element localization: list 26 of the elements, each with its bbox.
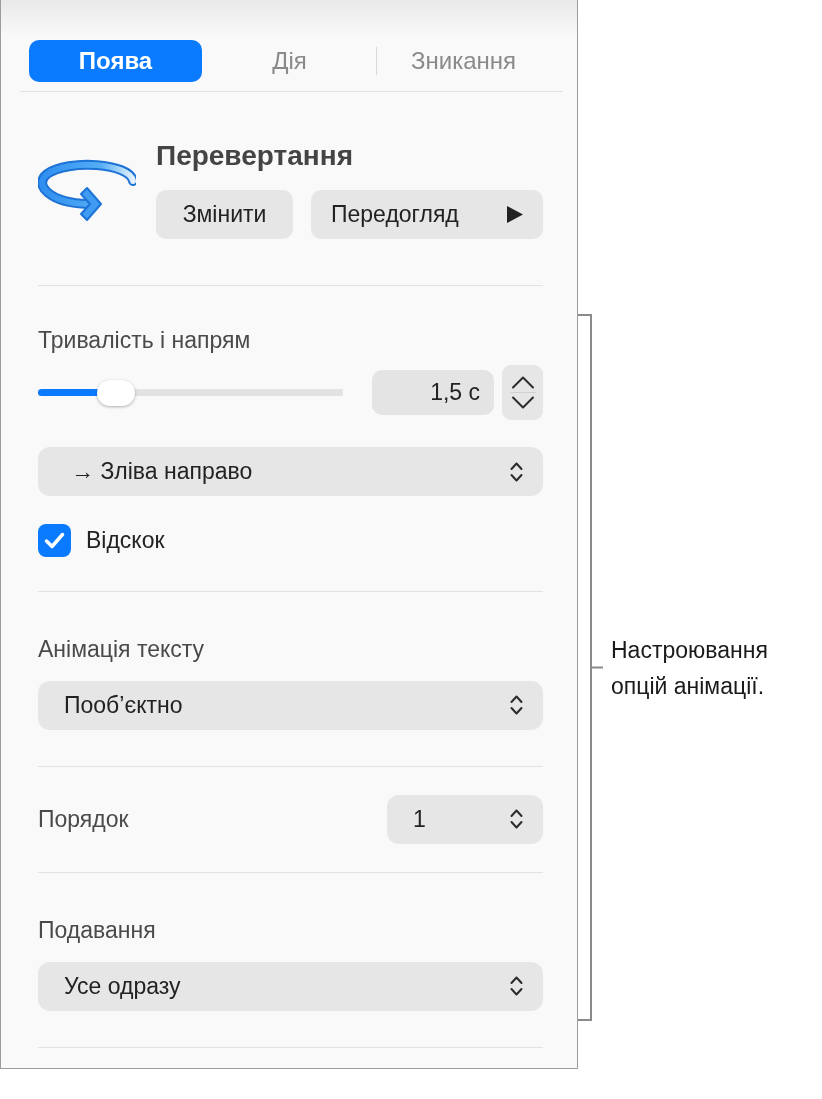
stepper[interactable] bbox=[502, 365, 543, 420]
chevron-down-icon bbox=[510, 396, 535, 409]
section-label: Порядок bbox=[38, 805, 129, 834]
change-button[interactable]: Змінити bbox=[156, 190, 293, 239]
section-label: Анімація тексту bbox=[38, 634, 206, 664]
order-dropdown[interactable]: 1 bbox=[387, 794, 543, 844]
duration-field[interactable]: 1,5 с bbox=[372, 370, 494, 415]
checkbox-label: Відскок bbox=[86, 526, 165, 555]
updown-chevron-icon bbox=[510, 460, 523, 483]
callout-text: Настроювання опцій анімації. bbox=[611, 635, 769, 701]
direction-dropdown[interactable]: → Зліва направо bbox=[38, 447, 543, 496]
preview-button[interactable]: Передогляд bbox=[311, 190, 543, 239]
checkbox[interactable] bbox=[38, 523, 71, 557]
tab[interactable]: Поява bbox=[29, 40, 202, 82]
section-label: Тривалість і напрям bbox=[38, 326, 252, 355]
text-animation-dropdown[interactable]: Пооб’єктно bbox=[38, 680, 543, 730]
updown-chevron-icon bbox=[510, 694, 523, 716]
section-label: Подавання bbox=[38, 915, 157, 945]
delivery-dropdown[interactable]: Усе одразу bbox=[38, 961, 543, 1011]
chevron-up-icon bbox=[510, 376, 535, 389]
effect-title: Перевертання bbox=[156, 139, 354, 173]
updown-chevron-icon bbox=[510, 975, 523, 997]
checkmark-icon bbox=[44, 531, 65, 549]
play-icon bbox=[507, 206, 523, 223]
slider-thumb[interactable] bbox=[96, 379, 135, 406]
updown-chevron-icon bbox=[510, 808, 523, 830]
